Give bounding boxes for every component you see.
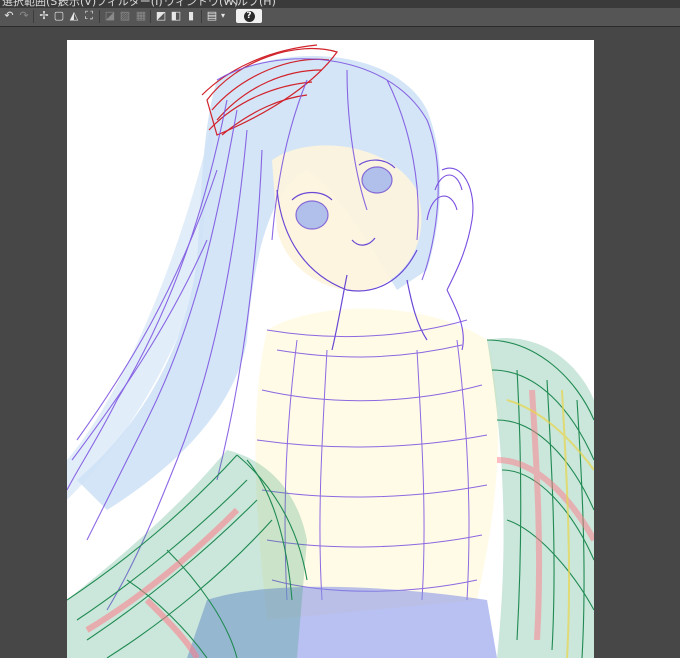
menu-select[interactable]: 選択範囲(S): [2, 0, 62, 8]
menu-view[interactable]: 表示(V): [58, 0, 96, 8]
menu-bar: 選択範囲(S) 表示(V) フィルター(I) ウィンドウ(W) ヘルプ(H): [0, 0, 680, 8]
deselect-icon[interactable]: ▢: [52, 9, 66, 23]
toolbar-divider: [99, 10, 100, 23]
window-layout-icon[interactable]: ▤: [205, 9, 219, 23]
help-button[interactable]: ?: [236, 9, 262, 23]
toolbar-divider: [201, 10, 202, 23]
selection-icon[interactable]: ✢: [37, 9, 51, 23]
drawing-canvas[interactable]: [67, 40, 594, 658]
fill-icon[interactable]: ◭: [67, 9, 81, 23]
toolbar-divider: [150, 10, 151, 23]
transform-icon[interactable]: ⛶: [82, 9, 96, 23]
menu-help[interactable]: ヘルプ(H): [226, 0, 276, 8]
canvas-workspace[interactable]: [0, 27, 680, 658]
snap-icon[interactable]: ▨: [118, 9, 132, 23]
grid-icon[interactable]: ▦: [134, 9, 148, 23]
symmetry-icon[interactable]: ◧: [169, 9, 183, 23]
command-bar: ↶ ↷ ✢ ▢ ◭ ⛶ ◪ ▨ ▦ ◩ ◧ ▮ ▤ ▾ ?: [0, 8, 680, 27]
pen-pressure-icon[interactable]: ▮: [184, 9, 198, 23]
perspective-icon[interactable]: ◩: [154, 9, 168, 23]
menu-filter[interactable]: フィルター(I): [96, 0, 163, 8]
redo-icon[interactable]: ↷: [17, 9, 31, 23]
toolbar-divider: [33, 10, 34, 23]
undo-icon[interactable]: ↶: [2, 9, 16, 23]
ruler-icon[interactable]: ◪: [103, 9, 117, 23]
sketch-artwork: [67, 44, 594, 658]
help-icon: ?: [243, 10, 255, 22]
chevron-down-icon[interactable]: ▾: [219, 9, 227, 23]
